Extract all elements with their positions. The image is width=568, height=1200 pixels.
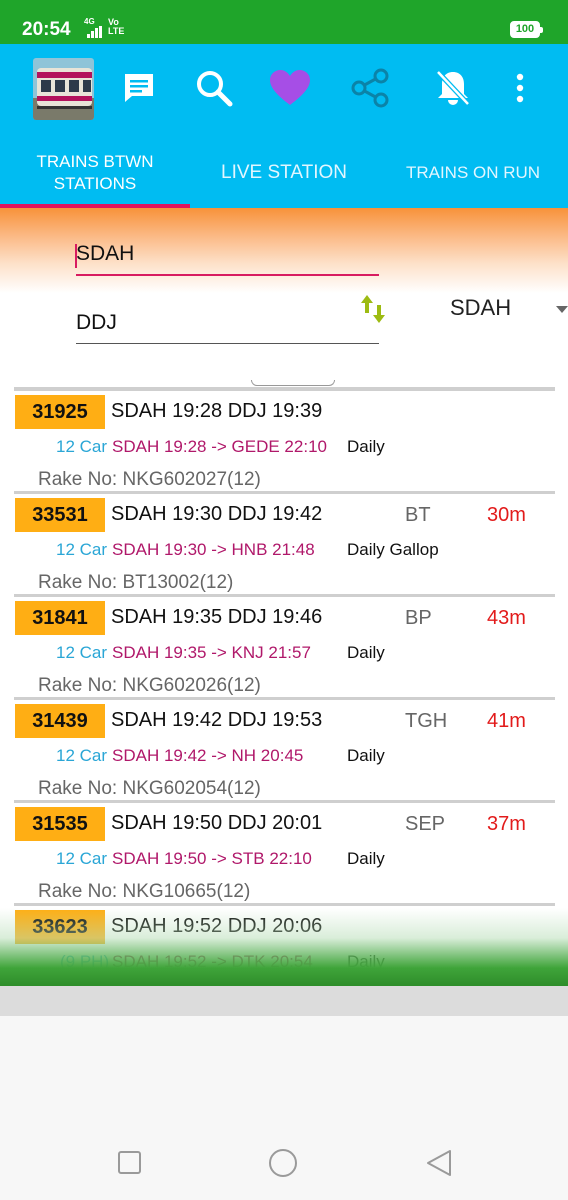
frequency: Daily [347, 746, 385, 765]
current-location: BP [405, 607, 432, 629]
train-number-badge: 31841 [15, 601, 105, 635]
frequency: Daily [347, 849, 385, 868]
text-caret [75, 244, 77, 268]
local-train-logo[interactable] [33, 58, 94, 120]
recents-button[interactable] [115, 1148, 145, 1178]
to-station-input[interactable]: DDJ [76, 311, 379, 344]
train-route: SDAH 19:42 DDJ 19:53 [111, 709, 323, 731]
rake-number: Rake No: BT13002(12) [38, 572, 234, 593]
car-count: 12 Car [56, 849, 108, 868]
delay-time: 43m [487, 607, 526, 629]
swap-vertical-icon[interactable] [358, 293, 390, 325]
train-row[interactable]: 33531 SDAH 19:30 DDJ 19:42 BT 30m 12 Car… [0, 491, 568, 594]
train-route: SDAH 19:35 DDJ 19:46 [111, 606, 323, 628]
train-route: SDAH 19:52 DDJ 20:06 [111, 915, 323, 937]
row-divider [14, 903, 555, 906]
frequency: Daily [347, 437, 385, 456]
train-number-badge: 31439 [15, 704, 105, 738]
car-count: 12 Car [56, 540, 108, 559]
train-route: SDAH 19:28 DDJ 19:39 [111, 400, 323, 422]
rake-number: Rake No: NKG602026(12) [38, 675, 261, 696]
frequency: Daily [347, 952, 385, 971]
row-divider [14, 594, 555, 597]
journey-info: SDAH 19:35 -> KNJ 21:57 [112, 643, 311, 662]
car-count: 12 Car [56, 643, 108, 662]
rake-number: Rake No: NKG602054(12) [38, 778, 261, 799]
car-count: (9 PH) [60, 952, 110, 971]
notifications-off-icon[interactable] [431, 66, 475, 110]
tab-bar: TRAINS BTWN STATIONS LIVE STATION TRAINS… [0, 138, 568, 208]
status-bar: 20:54 4G Vo LTE 100 [0, 0, 568, 44]
current-location: BT [405, 504, 431, 526]
delay-time: 41m [487, 710, 526, 732]
delay-time: 30m [487, 504, 526, 526]
train-number-badge: 31925 [15, 395, 105, 429]
journey-info: SDAH 19:30 -> HNB 21:48 [112, 540, 315, 559]
rake-number: Rake No: NKG10665(12) [38, 881, 251, 902]
volte-indicator: Vo LTE [108, 17, 125, 36]
from-station-input[interactable]: SDAH [75, 242, 379, 276]
journey-info: SDAH 19:50 -> STB 22:10 [112, 849, 312, 868]
row-divider [14, 800, 555, 803]
delay-time: 37m [487, 813, 526, 835]
signal-icon [87, 26, 102, 38]
tab-trains-between-stations[interactable]: TRAINS BTWN STATIONS [10, 138, 180, 208]
from-station-value: SDAH [76, 242, 135, 265]
app-toolbar [0, 44, 568, 138]
train-route: SDAH 19:50 DDJ 20:01 [111, 812, 323, 834]
train-number-badge: 31535 [15, 807, 105, 841]
frequency: Daily [347, 643, 385, 662]
train-row[interactable]: 31841 SDAH 19:35 DDJ 19:46 BP 43m 12 Car… [0, 594, 568, 697]
status-time: 20:54 [22, 19, 71, 40]
more-vert-icon[interactable] [498, 66, 542, 110]
back-button[interactable] [424, 1148, 454, 1178]
car-count: 12 Car [56, 437, 108, 456]
rake-number: Rake No: NKG602027(12) [38, 469, 261, 490]
train-row[interactable]: 31925 SDAH 19:28 DDJ 19:39 12 Car SDAH 1… [0, 388, 568, 491]
search-icon[interactable] [192, 66, 236, 110]
chevron-down-icon[interactable] [556, 306, 568, 313]
row-divider [14, 388, 555, 391]
row-divider [14, 491, 555, 494]
train-row[interactable]: 31439 SDAH 19:42 DDJ 19:53 TGH 41m 12 Ca… [0, 697, 568, 800]
share-icon[interactable] [348, 66, 392, 110]
current-location: TGH [405, 710, 448, 732]
to-station-value: DDJ [76, 311, 117, 334]
train-number-badge: 33531 [15, 498, 105, 532]
frequency: Daily Gallop [347, 540, 439, 559]
home-button[interactable] [268, 1148, 298, 1178]
row-divider [14, 697, 555, 700]
train-row[interactable]: 33623 SDAH 19:52 DDJ 20:06 (9 PH) SDAH 1… [0, 903, 568, 986]
train-row[interactable]: 31535 SDAH 19:50 DDJ 20:01 SEP 37m 12 Ca… [0, 800, 568, 903]
heart-icon[interactable] [268, 66, 312, 110]
train-number-badge: 33623 [15, 910, 105, 944]
tab-live-station[interactable]: LIVE STATION [190, 138, 378, 208]
tab-trains-on-run[interactable]: TRAINS ON RUN [392, 138, 554, 208]
train-route: SDAH 19:30 DDJ 19:42 [111, 503, 323, 525]
network-type: 4G [84, 17, 95, 26]
message-icon[interactable] [117, 66, 161, 110]
system-nav-bar [0, 1016, 568, 1200]
car-count: 12 Car [56, 746, 108, 765]
train-list[interactable]: 31925 SDAH 19:28 DDJ 19:39 12 Car SDAH 1… [0, 380, 568, 986]
current-location: SEP [405, 813, 446, 835]
journey-info: SDAH 19:52 -> DTK 20:54 [112, 952, 313, 971]
battery-icon: 100 [510, 21, 543, 38]
journey-info: SDAH 19:42 -> NH 20:45 [112, 746, 304, 765]
station-select[interactable]: SDAH [450, 295, 511, 321]
search-form: SDAH DDJ SDAH [0, 208, 568, 380]
journey-info: SDAH 19:28 -> GEDE 22:10 [112, 437, 327, 456]
footer-bar [0, 986, 568, 1016]
